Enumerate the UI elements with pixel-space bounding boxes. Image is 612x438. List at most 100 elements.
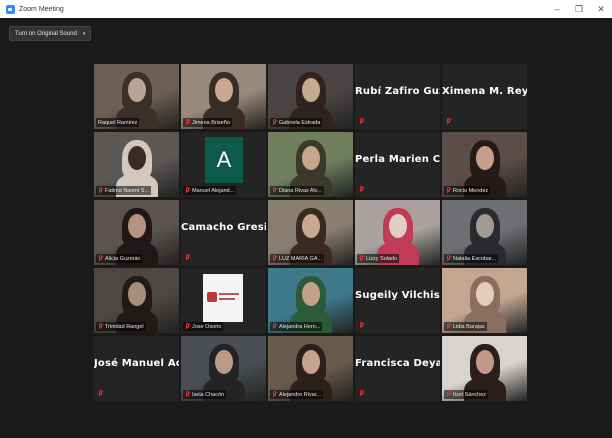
participant-name: Lizzy Solado — [366, 255, 398, 262]
participant-avatar: A — [205, 137, 243, 183]
participant-tile[interactable]: Natalia Escobar... — [442, 200, 527, 265]
muted-mic-icon — [359, 390, 364, 397]
participant-name-display: Sugeily Vilchis... — [355, 290, 440, 301]
participant-name-label: Alicia Guzmán — [96, 254, 143, 263]
participant-name-label: Isela Chacón — [183, 390, 227, 399]
muted-mic-icon — [359, 322, 364, 329]
muted-mic-icon — [185, 254, 190, 261]
participant-tile[interactable]: Sugeily Vilchis... — [355, 268, 440, 333]
participant-tile[interactable]: Perla Marien Ca... — [355, 132, 440, 197]
minimize-button[interactable]: – — [546, 0, 568, 18]
participant-tile[interactable]: Trinidad Rangel — [94, 268, 179, 333]
participant-tile[interactable]: Itzel Sánchez — [442, 336, 527, 401]
participant-name: Diana Rivas Alv... — [279, 187, 322, 194]
participant-name-label: Alejandra Hern... — [270, 322, 323, 331]
participant-name-label: Itzel Sánchez — [444, 390, 489, 399]
participant-tile[interactable]: Fatima Naomi S... — [94, 132, 179, 197]
muted-mic-icon — [272, 119, 277, 126]
participant-name: Gabriela Estrada — [279, 119, 321, 126]
participant-name-label: Lidia Barajas — [444, 322, 487, 331]
participant-tile[interactable]: Raquel Ramirez — [94, 64, 179, 129]
muted-mic-icon — [446, 118, 451, 125]
participant-name: Rocio Mendez — [453, 187, 489, 194]
participant-name-label: Jimena Briseño — [183, 118, 232, 127]
participant-name: Jose Osorio — [192, 323, 222, 330]
participant-name: Isela Chacón — [192, 391, 225, 398]
participant-name-label: Jose Osorio — [183, 322, 224, 331]
participant-name-label: Rocio Mendez — [444, 186, 491, 195]
participant-name-display: Perla Marien Ca... — [355, 154, 440, 165]
participant-name: Alejandra Hern... — [279, 323, 321, 330]
participant-name: Jimena Briseño — [192, 119, 230, 126]
participant-tile[interactable]: LUZ MARIA GA... — [268, 200, 353, 265]
participant-tile[interactable]: Diana Rivas Alv... — [268, 132, 353, 197]
muted-mic-icon — [98, 323, 103, 330]
muted-mic-icon — [185, 119, 190, 126]
participant-name: Alejandro Rivar... — [279, 391, 321, 398]
participant-tile[interactable]: Francisca Deya... — [355, 336, 440, 401]
participant-tile[interactable]: Camacho Gresia... — [181, 200, 266, 265]
participant-name: Lidia Barajas — [453, 323, 485, 330]
muted-mic-icon — [185, 187, 190, 194]
participant-name: Fatima Naomi S... — [105, 187, 150, 194]
muted-mic-icon — [272, 323, 277, 330]
window-title: Zoom Meeting — [19, 5, 64, 13]
muted-mic-icon — [446, 391, 451, 398]
participant-name: Raquel Ramirez — [98, 119, 138, 126]
participant-tile[interactable]: Alicia Guzmán — [94, 200, 179, 265]
muted-mic-icon — [359, 186, 364, 193]
participant-name-label: Lizzy Solado — [357, 254, 400, 263]
muted-mic-icon — [98, 255, 103, 262]
participant-tile[interactable]: Rocio Mendez — [442, 132, 527, 197]
participant-name-display: Francisca Deya... — [355, 358, 440, 369]
participant-tile[interactable]: Gabriela Estrada — [268, 64, 353, 129]
muted-mic-icon — [446, 255, 451, 262]
gallery-view: Raquel Ramirez Jimena Briseño Gabriela Est… — [94, 64, 527, 401]
muted-mic-icon — [359, 255, 364, 262]
participant-tile[interactable]: José Manuel Ac... — [94, 336, 179, 401]
participant-name-label: Fatima Naomi S... — [96, 186, 152, 195]
muted-mic-icon — [446, 187, 451, 194]
participant-name-label: LUZ MARIA GA... — [270, 254, 325, 263]
participant-name-display: Ximena M. Rey... — [442, 86, 527, 97]
participant-name-display: José Manuel Ac... — [94, 358, 179, 369]
chevron-down-icon[interactable]: ▾ — [83, 31, 86, 37]
window-controls: – ❐ ✕ — [546, 0, 612, 18]
participant-name: LUZ MARIA GA... — [279, 255, 323, 262]
maximize-button[interactable]: ❐ — [568, 0, 590, 18]
participant-tile[interactable]: Jimena Briseño — [181, 64, 266, 129]
muted-mic-icon — [98, 390, 103, 397]
participant-name: Alicia Guzmán — [105, 255, 141, 262]
muted-mic-icon — [185, 391, 190, 398]
title-bar: Zoom Meeting – ❐ ✕ — [0, 0, 612, 18]
muted-mic-icon — [446, 323, 451, 330]
muted-mic-icon — [272, 255, 277, 262]
meeting-area: Turn on Original Sound ▾ Raquel Ramirez J… — [0, 18, 612, 438]
zoom-app-icon — [6, 4, 15, 14]
participant-name-display: Camacho Gresia... — [181, 222, 266, 233]
participant-name: Manuel Alejand... — [192, 187, 235, 194]
muted-mic-icon — [272, 187, 277, 194]
participant-tile[interactable]: Lizzy Solado — [355, 200, 440, 265]
participant-tile[interactable]: Rubí Zafiro Guz... — [355, 64, 440, 129]
participant-tile[interactable]: Jose Osorio — [181, 268, 266, 333]
participant-tile[interactable]: Ximena M. Rey... — [442, 64, 527, 129]
participant-name: Natalia Escobar... — [453, 255, 497, 262]
participant-name-label: Natalia Escobar... — [444, 254, 499, 263]
original-sound-label: Turn on Original Sound — [15, 30, 77, 37]
muted-mic-icon — [98, 187, 103, 194]
muted-mic-icon — [359, 118, 364, 125]
participant-tile[interactable]: A Manuel Alejand... — [181, 132, 266, 197]
participant-tile[interactable]: Lidia Barajas — [442, 268, 527, 333]
muted-mic-icon — [185, 323, 190, 330]
close-button[interactable]: ✕ — [590, 0, 612, 18]
participant-name-label: Diana Rivas Alv... — [270, 186, 324, 195]
participant-tile[interactable]: Alejandro Rivar... — [268, 336, 353, 401]
participant-profile-image — [203, 274, 243, 322]
muted-mic-icon — [272, 391, 277, 398]
original-sound-button[interactable]: Turn on Original Sound ▾ — [9, 26, 92, 41]
participant-name-label: Raquel Ramirez — [96, 118, 140, 127]
participant-name: Trinidad Rangel — [105, 323, 144, 330]
participant-tile[interactable]: Isela Chacón — [181, 336, 266, 401]
participant-tile[interactable]: Alejandra Hern... — [268, 268, 353, 333]
